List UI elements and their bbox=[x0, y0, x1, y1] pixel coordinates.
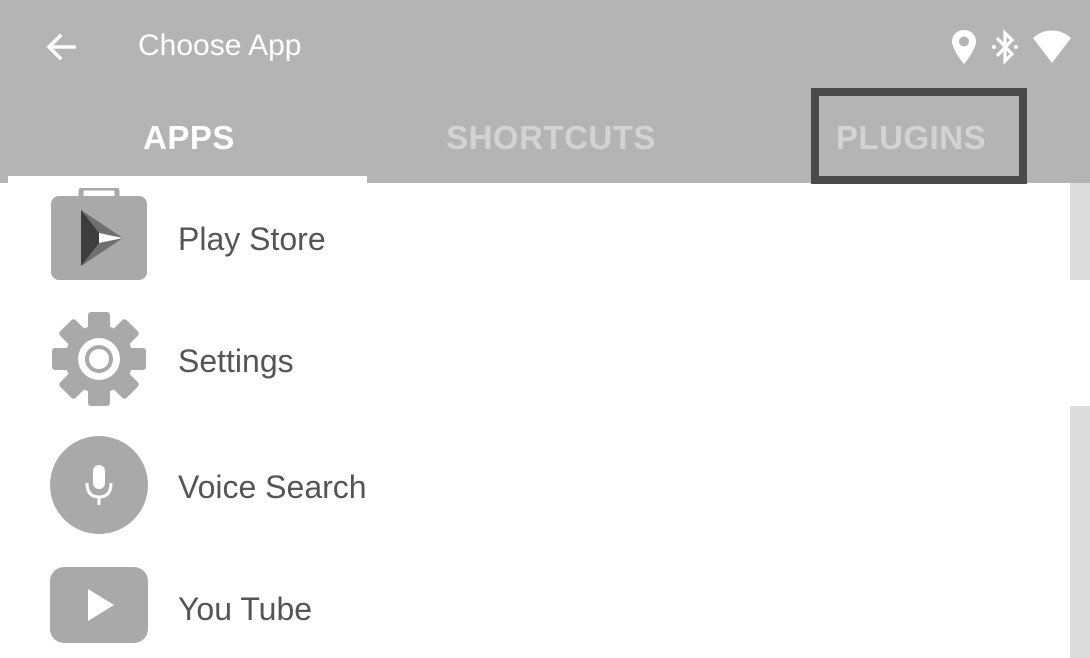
list-item-label: Settings bbox=[178, 343, 294, 379]
list-item-label: Play Store bbox=[178, 221, 326, 257]
scrollbar-segment bbox=[1070, 183, 1090, 280]
wifi-icon bbox=[1032, 29, 1072, 65]
tab-plugins[interactable]: PLUGINS bbox=[730, 92, 1090, 183]
youtube-icon bbox=[50, 567, 148, 643]
status-bar-icons bbox=[950, 22, 1072, 72]
tab-shortcuts[interactable]: SHORTCUTS bbox=[370, 92, 732, 183]
scrollbar-thumb[interactable] bbox=[1070, 406, 1090, 658]
app-header: Choose App APPS SHORTCUTS PLUGINS bbox=[0, 0, 1090, 183]
list-item-settings[interactable]: Settings bbox=[8, 301, 1070, 417]
app-list: Play Store Settings Voice Search You Tub… bbox=[8, 183, 1070, 658]
page-title: Choose App bbox=[138, 29, 302, 62]
tab-apps[interactable]: APPS bbox=[8, 92, 370, 183]
tab-bar: APPS SHORTCUTS PLUGINS bbox=[0, 92, 1090, 183]
choose-app-screen: Choose App APPS SHORTCUTS PLUGINS Play S… bbox=[0, 0, 1090, 658]
selected-tab-indicator bbox=[8, 176, 367, 183]
settings-gear-icon bbox=[50, 310, 148, 408]
arrow-left-icon bbox=[46, 33, 76, 61]
location-pin-icon bbox=[950, 28, 978, 66]
bluetooth-icon bbox=[992, 27, 1018, 67]
toolbar: Choose App bbox=[0, 0, 1090, 92]
back-button[interactable] bbox=[36, 22, 86, 72]
list-item-voice-search[interactable]: Voice Search bbox=[8, 428, 1070, 544]
list-item-youtube[interactable]: You Tube bbox=[8, 545, 1070, 658]
list-item-label: You Tube bbox=[178, 591, 313, 627]
microphone-icon bbox=[50, 436, 148, 534]
list-item-play-store[interactable]: Play Store bbox=[8, 183, 1070, 299]
list-item-label: Voice Search bbox=[178, 469, 367, 505]
play-store-icon bbox=[50, 188, 148, 280]
